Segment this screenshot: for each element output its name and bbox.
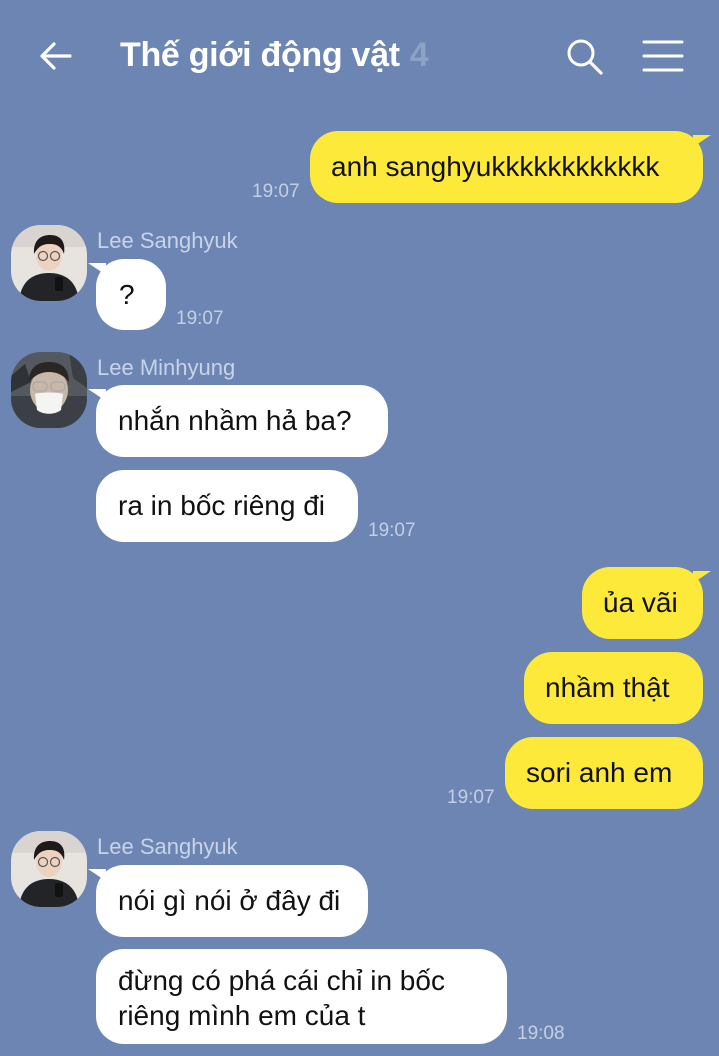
- member-count: 4: [409, 36, 429, 74]
- search-icon: [567, 39, 603, 75]
- their-message-bubble[interactable]: nhắn nhầm hả ba?: [88, 385, 388, 457]
- avatar-lee-sanghyuk[interactable]: [11, 225, 87, 301]
- sender-name: Lee Sanghyuk: [97, 834, 238, 859]
- avatar-lee-minhyung[interactable]: [11, 352, 87, 428]
- message-time: 19:08: [517, 1023, 565, 1044]
- their-message-bubble[interactable]: nói gì nói ở đây đi: [88, 865, 368, 937]
- message-text: ?: [119, 279, 135, 310]
- avatar-lee-sanghyuk[interactable]: [11, 831, 87, 907]
- their-message-bubble[interactable]: đừng có phá cái chỉ in bốc riêng mình em…: [96, 949, 507, 1044]
- chat-title[interactable]: Thế giới động vật 4: [120, 36, 429, 75]
- back-button[interactable]: [34, 34, 78, 78]
- avatar-image: [11, 352, 87, 428]
- message-text: ủa vãi: [603, 587, 678, 618]
- my-message-bubble[interactable]: nhầm thật: [524, 652, 703, 724]
- avatar-image: [11, 831, 87, 907]
- message-text-line: riêng mình em của t: [118, 1000, 366, 1031]
- message-text: ra in bốc riêng đi: [118, 490, 326, 521]
- my-message-bubble[interactable]: sori anh em: [505, 737, 703, 809]
- message-time: 19:07: [176, 308, 224, 329]
- message-time: 19:07: [368, 520, 416, 541]
- message-text: anh sanghyukkkkkkkkkkkk: [331, 151, 660, 182]
- hamburger-menu-icon: [642, 40, 684, 72]
- message-time: 19:07: [252, 181, 300, 202]
- avatar-image: [11, 225, 87, 301]
- their-message-bubble[interactable]: ?: [88, 259, 166, 330]
- message-text-line: đừng có phá cái chỉ in bốc: [118, 965, 445, 996]
- sender-name: Lee Sanghyuk: [97, 228, 238, 253]
- my-message-bubble[interactable]: ủa vãi: [582, 567, 711, 639]
- search-button[interactable]: [562, 34, 606, 78]
- message-time: 19:07: [447, 787, 495, 808]
- message-text: nhắn nhầm hả ba?: [118, 405, 352, 436]
- message-text: nói gì nói ở đây đi: [118, 885, 341, 916]
- my-message-bubble[interactable]: anh sanghyukkkkkkkkkkkk: [310, 131, 711, 203]
- sender-name: Lee Minhyung: [97, 355, 236, 380]
- their-message-bubble[interactable]: ra in bốc riêng đi: [96, 470, 358, 542]
- group-name: Thế giới động vật: [120, 36, 400, 74]
- arrow-left-icon: [40, 42, 72, 70]
- message-text: nhầm thật: [545, 672, 670, 703]
- message-text: sori anh em: [526, 757, 673, 788]
- chat-header: Thế giới động vật 4: [0, 0, 719, 112]
- menu-button[interactable]: [640, 34, 686, 78]
